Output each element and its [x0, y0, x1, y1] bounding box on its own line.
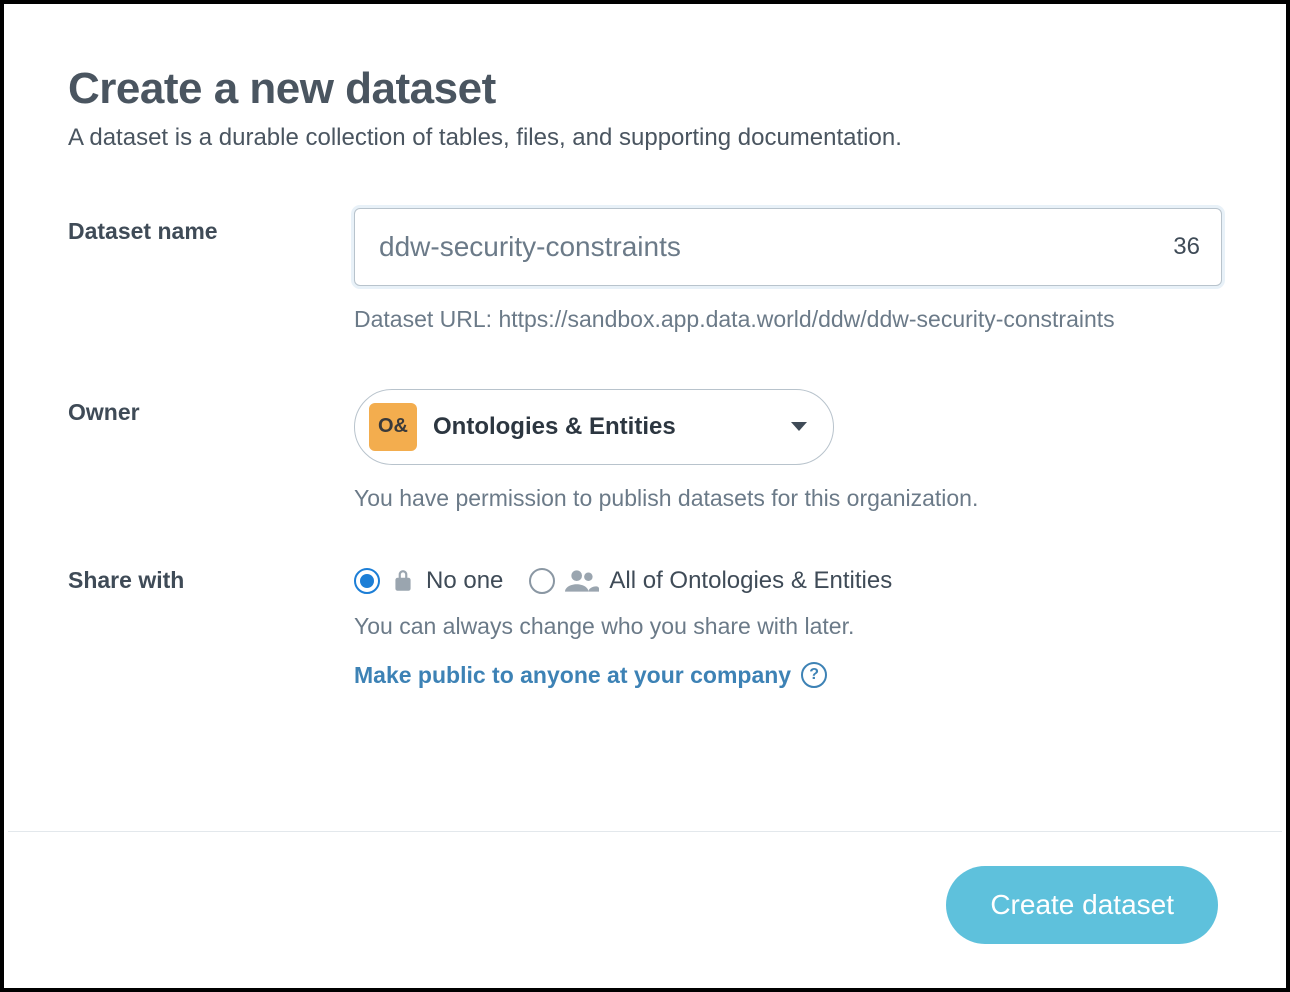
char-remaining: 36	[1173, 233, 1200, 261]
share-option-all-label: All of Ontologies & Entities	[609, 567, 892, 595]
share-option-no-one[interactable]: No one	[354, 567, 503, 595]
chevron-down-icon	[791, 422, 807, 431]
share-option-all[interactable]: All of Ontologies & Entities	[529, 567, 892, 595]
create-dataset-button[interactable]: Create dataset	[946, 866, 1218, 944]
owner-hint: You have permission to publish datasets …	[354, 481, 1222, 516]
owner-select[interactable]: O& Ontologies & Entities	[354, 389, 834, 465]
page-title: Create a new dataset	[68, 64, 1222, 114]
owner-avatar: O&	[369, 403, 417, 451]
dataset-url-hint: Dataset URL: https://sandbox.app.data.wo…	[354, 302, 1222, 337]
make-public-link-text: Make public to anyone at your company	[354, 662, 791, 689]
dataset-name-input[interactable]	[354, 208, 1222, 286]
share-label: Share with	[68, 567, 354, 594]
lock-icon	[390, 567, 416, 595]
owner-selected-name: Ontologies & Entities	[433, 413, 761, 441]
share-row: Share with No one All of Ontologies & En…	[68, 567, 1222, 689]
share-option-no-one-label: No one	[426, 567, 503, 595]
dataset-name-row: Dataset name 36 Dataset URL: https://san…	[68, 208, 1222, 337]
make-public-link[interactable]: Make public to anyone at your company ?	[354, 662, 827, 689]
help-icon[interactable]: ?	[801, 662, 827, 688]
people-icon	[565, 568, 599, 594]
dataset-name-label: Dataset name	[68, 208, 354, 245]
share-hint: You can always change who you share with…	[354, 609, 1222, 644]
page-subtitle: A dataset is a durable collection of tab…	[68, 124, 1222, 152]
dialog-footer: Create dataset	[8, 831, 1282, 984]
owner-label: Owner	[68, 389, 354, 426]
owner-row: Owner O& Ontologies & Entities You have …	[68, 389, 1222, 516]
radio-checked-icon	[354, 568, 380, 594]
radio-unchecked-icon	[529, 568, 555, 594]
